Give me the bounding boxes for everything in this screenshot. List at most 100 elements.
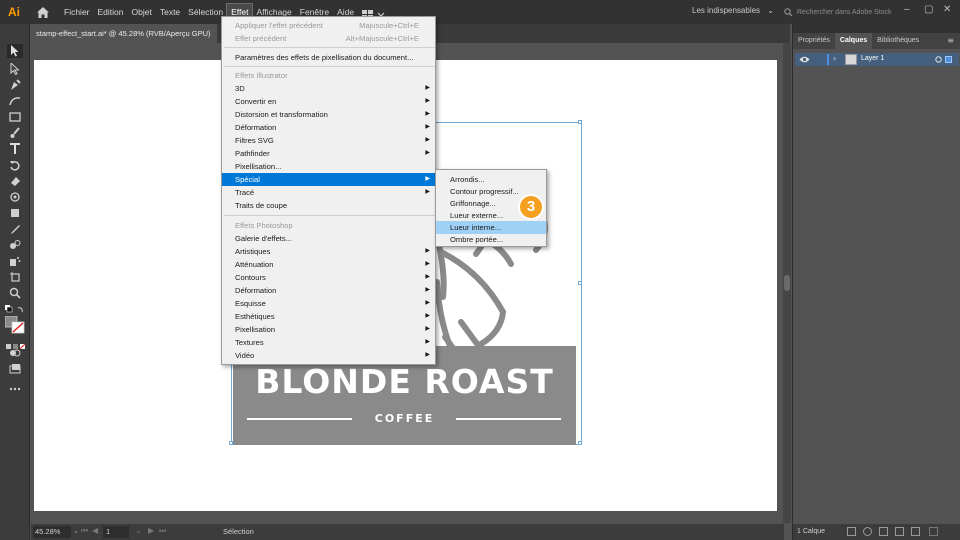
menu-item-deformation-ps[interactable]: Déformation ▶ <box>222 284 435 297</box>
menu-item-textures[interactable]: Textures ▶ <box>222 336 435 349</box>
menu-item-label: Artistiques <box>235 247 271 256</box>
zoom-field[interactable]: 45.28% <box>33 526 71 538</box>
screen-mode-icon[interactable] <box>7 362 23 376</box>
next-artboard-icon[interactable]: ▶ <box>148 526 154 535</box>
pen-tool-icon[interactable] <box>7 78 23 92</box>
fill-stroke-swatches[interactable] <box>4 315 27 334</box>
menu-objet[interactable]: Objet <box>128 4 156 20</box>
artboard-number-field[interactable]: 1 <box>103 526 129 538</box>
first-artboard-icon[interactable]: ⏮ <box>81 526 88 536</box>
menu-item-pathfinder[interactable]: Pathfinder ▶ <box>222 147 435 160</box>
menu-item-3d[interactable]: 3D ▶ <box>222 82 435 95</box>
vertical-scrollbar[interactable] <box>783 43 791 523</box>
artboard-dropdown-icon[interactable]: ⌄ <box>135 526 142 535</box>
menu-item-trace[interactable]: Tracé ▶ <box>222 186 435 199</box>
direct-selection-tool-icon[interactable] <box>7 62 23 76</box>
resize-handle[interactable] <box>578 120 582 124</box>
menu-item-deformation[interactable]: Déformation ▶ <box>222 121 435 134</box>
resize-handle[interactable] <box>578 441 582 445</box>
artboard-tool-icon[interactable] <box>7 270 23 284</box>
locate-object-icon[interactable] <box>863 527 872 536</box>
warp-tool-icon[interactable] <box>7 190 23 204</box>
default-colors-icon[interactable] <box>5 302 25 314</box>
menu-texte[interactable]: Texte <box>156 4 184 20</box>
submenu-arrow-icon: ▶ <box>425 313 430 319</box>
step-number-badge: 3 <box>518 194 544 220</box>
chevron-down-icon[interactable]: ⌄ <box>73 527 79 535</box>
free-transform-tool-icon[interactable] <box>7 206 23 220</box>
workspace-switcher[interactable]: Les indispensables ⌄ <box>692 6 774 15</box>
rotate-tool-icon[interactable] <box>7 158 23 172</box>
blend-tool-icon[interactable] <box>7 238 23 252</box>
current-tool-status[interactable]: Sélection <box>223 527 254 536</box>
paintbrush-tool-icon[interactable] <box>7 126 23 140</box>
tools-panel <box>0 24 30 540</box>
menu-item-special[interactable]: Spécial ▶ <box>222 173 435 186</box>
menu-item-raster-settings[interactable]: Paramètres des effets de pixellisation d… <box>222 51 435 64</box>
rectangle-tool-icon[interactable] <box>7 110 23 124</box>
menu-item-video[interactable]: Vidéo ▶ <box>222 349 435 362</box>
maximize-icon[interactable]: ▢ <box>924 4 933 15</box>
eraser-tool-icon[interactable] <box>7 174 23 188</box>
color-mode-icons[interactable] <box>6 336 26 350</box>
symbol-sprayer-tool-icon[interactable] <box>7 254 23 268</box>
menu-section-label: Effets Photoshop <box>235 221 293 230</box>
tab-calques[interactable]: Calques <box>834 33 873 49</box>
submenu-item-ombre-portee[interactable]: Ombre portée... <box>436 233 546 246</box>
menu-item-pixellisation[interactable]: Pixellisation... <box>222 160 435 173</box>
visibility-eye-icon[interactable] <box>799 55 810 64</box>
new-layer-icon[interactable] <box>911 527 920 536</box>
panel-tabs: Propriétés Calques Bibliothèques <box>793 33 960 49</box>
stock-search[interactable]: Rechercher dans Adobe Stock <box>784 5 894 19</box>
layer-name[interactable]: Layer 1 <box>861 55 884 62</box>
target-icon[interactable] <box>935 56 942 63</box>
menu-item-filtres-svg[interactable]: Filtres SVG ▶ <box>222 134 435 147</box>
menu-item-galerie[interactable]: Galerie d'effets... <box>222 232 435 245</box>
menu-item-label: 3D <box>235 84 245 93</box>
menu-item-attenuation[interactable]: Atténuation ▶ <box>222 258 435 271</box>
menu-item-contours[interactable]: Contours ▶ <box>222 271 435 284</box>
panel-menu-icon[interactable]: ≡ <box>947 36 954 45</box>
drawing-mode-icon[interactable] <box>7 346 23 360</box>
menu-item-label: Contours <box>235 273 266 282</box>
curvature-tool-icon[interactable] <box>7 94 23 108</box>
menu-item-artistiques[interactable]: Artistiques ▶ <box>222 245 435 258</box>
menu-item-apply-last-effect[interactable]: Appliquer l'effet précédent Majuscule+Ct… <box>222 19 435 32</box>
menu-item-last-effect[interactable]: Effet précédent Alt+Majuscule+Ctrl+E <box>222 32 435 45</box>
chevron-right-icon[interactable]: › <box>833 54 836 63</box>
previous-artboard-icon[interactable]: ◀ <box>92 526 98 535</box>
resize-handle[interactable] <box>578 281 582 285</box>
minimize-icon[interactable]: – <box>904 4 910 15</box>
menu-section-illustrator: Effets Illustrator <box>222 69 435 82</box>
selection-tool-icon[interactable] <box>7 44 23 58</box>
more-tools-icon[interactable] <box>7 382 23 396</box>
export-for-screens-icon[interactable] <box>847 527 856 536</box>
clipping-mask-icon[interactable] <box>879 527 888 536</box>
menu-item-pixellisation-ps[interactable]: Pixellisation ▶ <box>222 323 435 336</box>
zoom-tool-icon[interactable] <box>7 286 23 300</box>
layer-row[interactable]: › Layer 1 <box>795 53 959 66</box>
type-tool-icon[interactable] <box>7 142 23 156</box>
menu-item-convertir-en[interactable]: Convertir en ▶ <box>222 95 435 108</box>
menu-item-distorsion[interactable]: Distorsion et transformation ▶ <box>222 108 435 121</box>
document-tab[interactable]: stamp-effect_start.ai* @ 45.28% (RVB/Ape… <box>30 24 217 43</box>
selection-indicator-icon[interactable] <box>945 56 952 63</box>
chevron-down-icon: ⌄ <box>767 6 774 15</box>
delete-layer-icon[interactable] <box>929 527 938 536</box>
status-bar: 45.28% ⌄ ⏮ ◀ 1 ⌄ ▶ ⏭ Sélection <box>31 524 784 540</box>
new-sublayer-icon[interactable] <box>895 527 904 536</box>
menu-section-photoshop: Effets Photoshop <box>222 219 435 232</box>
close-icon[interactable]: ✕ <box>943 4 951 15</box>
scrollbar-thumb[interactable] <box>784 275 790 291</box>
menu-edition[interactable]: Edition <box>94 4 128 20</box>
menu-item-esquisse[interactable]: Esquisse ▶ <box>222 297 435 310</box>
menu-fichier[interactable]: Fichier <box>60 4 94 20</box>
tab-proprietes[interactable]: Propriétés <box>793 33 835 49</box>
menu-item-traits-de-coupe[interactable]: Traits de coupe <box>222 199 435 212</box>
last-artboard-icon[interactable]: ⏭ <box>159 526 166 536</box>
eyedropper-tool-icon[interactable] <box>7 222 23 236</box>
home-icon[interactable] <box>32 0 54 24</box>
submenu-arrow-icon: ▶ <box>425 137 430 143</box>
tab-bibliotheques[interactable]: Bibliothèques <box>872 33 924 49</box>
menu-item-esthetiques[interactable]: Esthétiques ▶ <box>222 310 435 323</box>
